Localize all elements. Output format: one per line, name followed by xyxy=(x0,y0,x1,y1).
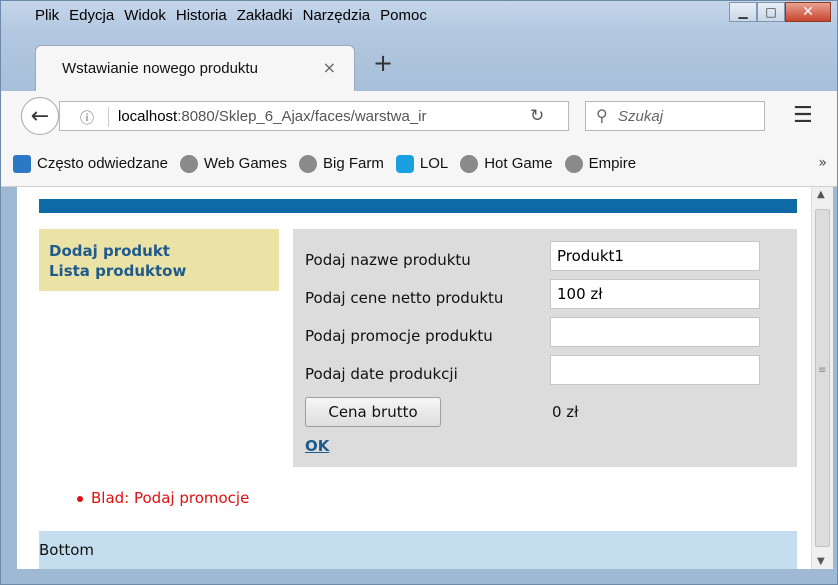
scroll-down-icon[interactable]: ▼ xyxy=(817,556,825,567)
product-form: Podaj nazwe produktu Podaj cene netto pr… xyxy=(293,229,797,467)
bookmark-big-farm[interactable]: Big Farm xyxy=(299,154,384,173)
url-host: localhost xyxy=(118,108,178,125)
tab-title: Wstawianie nowego produktu xyxy=(62,60,258,77)
page-footer: Bottom xyxy=(39,531,797,569)
name-label: Podaj nazwe produktu xyxy=(305,251,471,269)
window-controls: ▁ □ ✕ xyxy=(729,2,831,22)
hamburger-menu-icon[interactable]: ☰ xyxy=(793,103,813,128)
search-placeholder: Szukaj xyxy=(618,108,664,125)
menu-zakladki[interactable]: Zakładki xyxy=(237,7,293,24)
maximize-icon: □ xyxy=(765,5,777,19)
bookmark-label: LOL xyxy=(419,155,449,172)
ok-link[interactable]: OK xyxy=(305,437,329,455)
menu: Plik Edycja Widok Historia Zakładki Narz… xyxy=(35,7,437,24)
bookmark-label: Big Farm xyxy=(323,155,384,172)
bookmark-label: Web Games xyxy=(203,155,288,172)
url-text: localhost:8080/Sklep_6_Ajax/faces/warstw… xyxy=(118,108,427,125)
menu-widok[interactable]: Widok xyxy=(124,7,166,24)
back-arrow-icon: ← xyxy=(30,103,50,129)
side-menu: Dodaj produkt Lista produktow xyxy=(39,229,279,291)
page-viewport: Dodaj produkt Lista produktow Podaj nazw… xyxy=(17,187,811,569)
menu-narzedzia[interactable]: Narzędzia xyxy=(303,7,371,24)
error-text: Blad: Podaj promocje xyxy=(91,489,250,507)
bookmark-web-games[interactable]: Web Games xyxy=(179,154,288,173)
info-icon[interactable]: ⓘ xyxy=(80,108,94,128)
bookmark-lol[interactable]: LOL xyxy=(395,154,449,173)
search-icon: ⚲ xyxy=(596,106,608,125)
bookmark-empire[interactable]: Empire xyxy=(564,154,637,173)
search-input[interactable]: ⚲ Szukaj xyxy=(585,101,765,131)
bookmarks-bar: Często odwiedzane Web Games Big Farm LOL… xyxy=(1,141,837,187)
close-window-button[interactable]: ✕ xyxy=(785,2,831,22)
grip-icon: ≡ xyxy=(818,365,827,376)
bookmarks-overflow-icon[interactable]: » xyxy=(818,155,827,171)
maximize-button[interactable]: □ xyxy=(757,2,785,22)
navigation-bar: ← ⓘ localhost:8080/Sklep_6_Ajax/faces/wa… xyxy=(1,91,837,141)
tab-close-icon[interactable]: × xyxy=(323,58,336,77)
promo-field[interactable] xyxy=(550,317,760,347)
bookmark-czesto-odwiedzane[interactable]: Często odwiedzane xyxy=(13,154,168,173)
new-tab-button[interactable]: + xyxy=(373,49,393,77)
globe-icon xyxy=(460,154,479,173)
menu-pomoc[interactable]: Pomoc xyxy=(380,7,427,24)
price-label: Podaj cene netto produktu xyxy=(305,289,504,307)
minimize-icon: ▁ xyxy=(738,5,748,19)
vertical-scrollbar[interactable]: ▲ ≡ ▼ xyxy=(811,187,833,569)
menu-edycja[interactable]: Edycja xyxy=(69,7,114,24)
cena-brutto-button[interactable]: Cena brutto xyxy=(305,397,441,427)
bookmark-label: Empire xyxy=(588,155,637,172)
footer-text: Bottom xyxy=(39,541,95,559)
tab-strip: Wstawianie nowego produktu × + xyxy=(1,31,837,91)
menu-bar: Plik Edycja Widok Historia Zakładki Narz… xyxy=(1,1,837,31)
brutto-value: 0 zł xyxy=(552,403,579,421)
bookmark-label: Hot Game xyxy=(484,155,553,172)
bookmark-hot-game[interactable]: Hot Game xyxy=(460,154,553,173)
scroll-up-icon[interactable]: ▲ xyxy=(817,189,825,200)
date-label: Podaj date produkcji xyxy=(305,365,458,383)
date-field[interactable] xyxy=(550,355,760,385)
name-field[interactable] xyxy=(550,241,760,271)
menu-link-dodaj-produkt[interactable]: Dodaj produkt xyxy=(49,241,279,261)
globe-icon xyxy=(179,154,198,173)
browser-window: Plik Edycja Widok Historia Zakładki Narz… xyxy=(0,0,838,585)
menu-link-lista-produktow[interactable]: Lista produktow xyxy=(49,261,279,281)
price-field[interactable] xyxy=(550,279,760,309)
reload-icon[interactable]: ↻ xyxy=(530,106,544,126)
url-path: :8080/Sklep_6_Ajax/faces/warstwa_ir xyxy=(177,108,427,125)
page-header-bar xyxy=(39,199,797,213)
bookmark-label: Często odwiedzane xyxy=(37,155,168,172)
close-icon: ✕ xyxy=(802,4,814,20)
scroll-thumb[interactable]: ≡ xyxy=(815,209,830,547)
globe-icon xyxy=(299,154,318,173)
promo-label: Podaj promocje produktu xyxy=(305,327,493,345)
bullet-icon xyxy=(77,495,83,502)
error-message: Blad: Podaj promocje xyxy=(77,489,249,507)
menu-plik[interactable]: Plik xyxy=(35,7,59,24)
menu-historia[interactable]: Historia xyxy=(176,7,227,24)
minimize-button[interactable]: ▁ xyxy=(729,2,757,22)
url-bar[interactable]: ⓘ localhost:8080/Sklep_6_Ajax/faces/wars… xyxy=(59,101,569,131)
tab-active[interactable]: Wstawianie nowego produktu × xyxy=(35,45,355,91)
lol-icon xyxy=(395,154,414,173)
bookmark-folder-icon xyxy=(13,154,31,173)
back-button[interactable]: ← xyxy=(21,97,59,135)
url-separator xyxy=(108,107,109,127)
globe-icon xyxy=(564,154,583,173)
